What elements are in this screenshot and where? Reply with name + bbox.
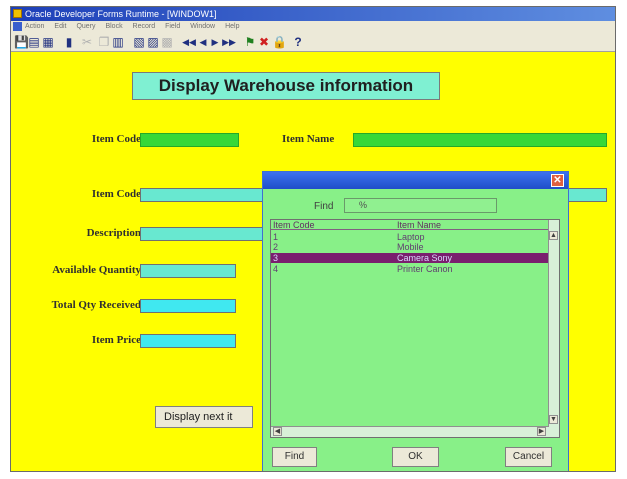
- close-icon[interactable]: ✕: [551, 174, 564, 187]
- row-item-code: 1: [273, 232, 279, 242]
- oracle-app-icon: [13, 9, 22, 18]
- column-header-item-name: Item Name: [397, 220, 442, 230]
- insert-record-icon[interactable]: ⚑: [244, 35, 256, 49]
- row-item-name: Laptop: [397, 232, 425, 242]
- horizontal-scrollbar[interactable]: ◀ ▶: [271, 426, 549, 437]
- menu-field[interactable]: Field: [165, 23, 180, 30]
- list-item[interactable]: 4 Printer Canon: [271, 264, 549, 274]
- scroll-down-icon[interactable]: ▼: [549, 415, 558, 424]
- lov-title-bar[interactable]: ✕: [263, 172, 568, 189]
- display-next-item-button[interactable]: Display next it: [155, 406, 253, 428]
- vertical-scrollbar[interactable]: ▲ ▼: [548, 220, 559, 437]
- lov-dialog: ✕ Find % Item Code Item Name 1 Laptop 2 …: [262, 171, 569, 471]
- window-title-bar[interactable]: Oracle Developer Forms Runtime - [WINDOW…: [11, 7, 615, 21]
- row-item-code: 2: [273, 242, 279, 252]
- enter-query-icon[interactable]: ▩: [161, 35, 173, 49]
- menu-query[interactable]: Query: [76, 23, 95, 30]
- lov-list-header: Item Code Item Name: [271, 220, 549, 230]
- form-heading: Display Warehouse information: [132, 72, 440, 100]
- description-label: Description: [86, 227, 141, 239]
- find-label: Find: [314, 201, 334, 212]
- help-icon[interactable]: ?: [292, 35, 304, 49]
- delete-record-icon[interactable]: ✖: [258, 35, 270, 49]
- total-qty-received-field[interactable]: [140, 299, 236, 313]
- item-code2-label: Item Code: [91, 188, 141, 200]
- scroll-up-icon[interactable]: ▲: [549, 231, 558, 240]
- total-qty-received-label: Total Qty Received: [51, 299, 141, 311]
- menu-block[interactable]: Block: [105, 23, 122, 30]
- next-record-icon[interactable]: ▶: [210, 35, 220, 49]
- exit-icon[interactable]: ▮: [63, 35, 75, 49]
- menu-window[interactable]: Window: [190, 23, 215, 30]
- item-code2-field[interactable]: [140, 188, 265, 202]
- item-price-field[interactable]: [140, 334, 236, 348]
- cancel-button[interactable]: Cancel: [505, 447, 552, 467]
- close-form-icon[interactable]: ▦: [42, 35, 54, 49]
- menu-help[interactable]: Help: [225, 23, 239, 30]
- find-button[interactable]: Find: [272, 447, 317, 467]
- scroll-right-icon[interactable]: ▶: [537, 427, 546, 436]
- last-record-icon[interactable]: ▶▶: [222, 35, 236, 49]
- form-icon: [13, 22, 22, 31]
- row-item-name: Printer Canon: [397, 264, 453, 274]
- description-field[interactable]: [140, 227, 265, 241]
- item-code-field[interactable]: [140, 133, 239, 147]
- list-item[interactable]: 2 Mobile: [271, 242, 549, 252]
- column-header-item-code: Item Code: [273, 220, 315, 230]
- forms-runtime-window: Oracle Developer Forms Runtime - [WINDOW…: [10, 6, 616, 472]
- row-item-name: Mobile: [397, 242, 424, 252]
- scroll-left-icon[interactable]: ◀: [273, 427, 282, 436]
- lov-list[interactable]: Item Code Item Name 1 Laptop 2 Mobile 3 …: [270, 219, 560, 438]
- item-name-label: Item Name: [282, 133, 335, 145]
- ok-button[interactable]: OK: [392, 447, 439, 467]
- list-item-selected[interactable]: 3 Camera Sony: [271, 253, 549, 263]
- copy-icon[interactable]: ❐: [98, 35, 110, 49]
- row-item-name: Camera Sony: [397, 253, 453, 263]
- row-item-code: 4: [273, 264, 279, 274]
- find-input[interactable]: %: [344, 198, 497, 213]
- window-title: Oracle Developer Forms Runtime - [WINDOW…: [25, 9, 217, 19]
- menu-record[interactable]: Record: [133, 23, 156, 30]
- menu-action[interactable]: Action: [25, 23, 44, 30]
- menu-edit[interactable]: Edit: [54, 23, 66, 30]
- previous-record-icon[interactable]: ◀: [198, 35, 208, 49]
- menu-bar: Action Edit Query Block Record Field Win…: [11, 21, 615, 32]
- lock-record-icon[interactable]: 🔒: [272, 35, 287, 49]
- cut-icon[interactable]: ✂: [81, 35, 93, 49]
- first-record-icon[interactable]: ◀◀: [182, 35, 196, 49]
- save-icon[interactable]: 💾: [14, 35, 29, 49]
- toolbar: 💾 ▤ ▦ ▮ ✂ ❐ ▥ ▧ ▨ ▩ ◀◀ ◀ ▶ ▶▶ ⚑ ✖ 🔒 ?: [11, 32, 615, 52]
- print-icon[interactable]: ▤: [28, 35, 40, 49]
- available-quantity-field[interactable]: [140, 264, 236, 278]
- available-quantity-label: Available Quantity: [52, 264, 141, 276]
- item-code-label: Item Code: [91, 133, 141, 145]
- edit-icon[interactable]: ▧: [133, 35, 145, 49]
- display-list-icon[interactable]: ▨: [147, 35, 159, 49]
- row-item-code: 3: [273, 253, 279, 263]
- item-price-label: Item Price: [91, 334, 141, 346]
- paste-icon[interactable]: ▥: [112, 35, 124, 49]
- item-name-field[interactable]: [353, 133, 607, 147]
- list-item[interactable]: 1 Laptop: [271, 232, 549, 242]
